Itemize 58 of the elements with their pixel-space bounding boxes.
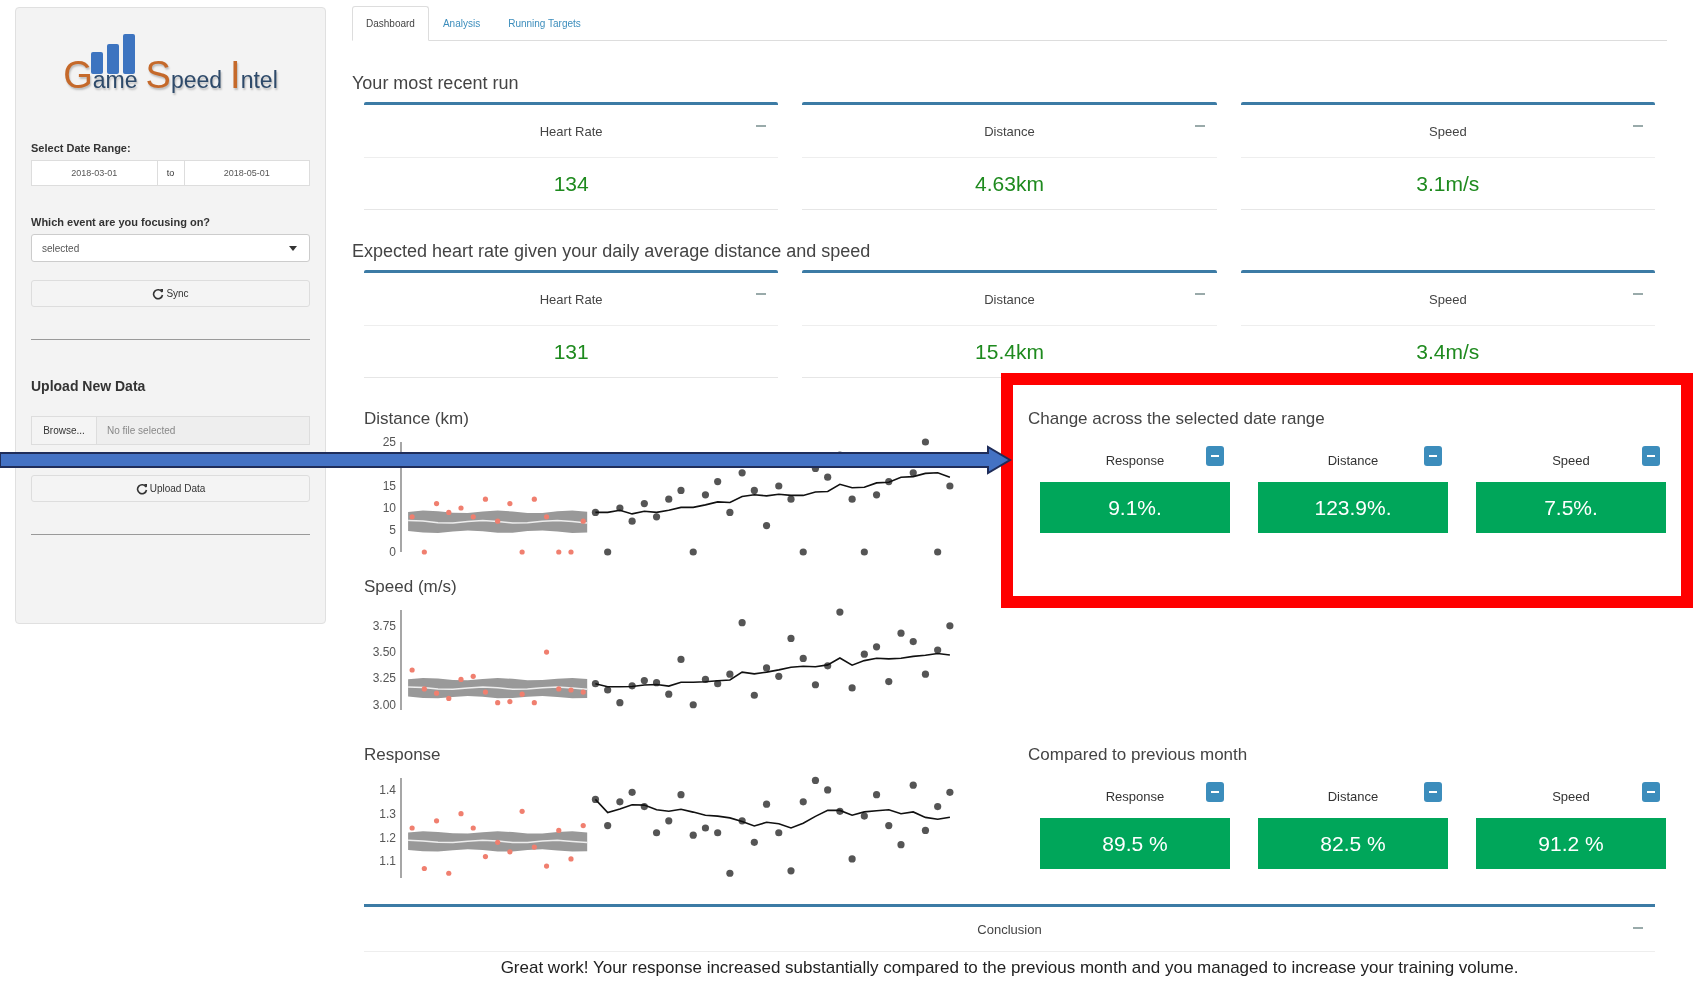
section-heading: Upload New Data (31, 378, 147, 394)
section-title: Expected heart rate given your daily average distance and speed (352, 240, 872, 262)
axis-label: 5 (389, 523, 396, 537)
card-title: Distance (984, 291, 1035, 307)
event-select[interactable]: selected (31, 234, 310, 262)
value-tile: 89.5 % (1040, 818, 1230, 869)
range-separator: to (156, 161, 185, 185)
value-tile: 82.5 % (1258, 818, 1448, 869)
logo-text: Game Speed I ntel (62, 54, 279, 96)
section-title: Compared to previous month (1028, 744, 1249, 766)
card-title: Distance (1327, 452, 1379, 468)
chart-title: Distance (km) (364, 408, 470, 430)
tab[interactable]: Running Targets (494, 6, 595, 41)
card-title: Speed (1552, 788, 1590, 804)
axis-label: 3.75 (372, 618, 396, 633)
chart-title: Speed (m/s) (364, 576, 458, 598)
card-title: Distance (1327, 788, 1379, 804)
card-title: Heart Rate (539, 291, 603, 307)
sync-button[interactable]: Sync (31, 280, 310, 307)
stat-value: 131 (364, 326, 779, 378)
axis-label: 1.3 (379, 806, 396, 821)
axis-label: 3.25 (372, 671, 396, 686)
stat-value: 4.63km (802, 158, 1217, 210)
value-tile: 7.5%. (1476, 482, 1666, 533)
tab[interactable]: Analysis (428, 6, 495, 41)
card-title: Speed (1429, 291, 1467, 307)
value-tile: 9.1%. (1040, 482, 1230, 533)
axis-label: 15 (382, 479, 396, 493)
axis-label: 25 (382, 436, 396, 449)
stat-value: 3.4m/s (1240, 326, 1655, 378)
upload-button[interactable]: Upload Data (31, 475, 310, 502)
axis-label: 1.2 (379, 830, 396, 845)
section-title: Change across the selected date range (1028, 408, 1326, 430)
value-tile: 123.9%. (1258, 482, 1448, 533)
chart-title: Response (364, 744, 442, 766)
axis-label: 3.00 (372, 697, 396, 712)
field-label: Which event are you focusing on? (31, 216, 212, 228)
date-range-field[interactable]: 2018-03-01 to 2018-05-01 (31, 160, 310, 186)
card-title: Speed (1429, 123, 1467, 139)
stat-value: 15.4km (802, 326, 1217, 378)
card-title: Conclusion (977, 921, 1042, 937)
conclusion-text: Great work! Your response increased substantially compared to the previous month and you managed to increase your training volume. (499, 957, 1520, 978)
axis-label: 1.4 (379, 782, 396, 797)
axis-label: 10 (382, 501, 396, 515)
stat-value: 3.1m/s (1240, 158, 1655, 210)
axis-label: 0 (389, 545, 396, 558)
axis-label: 1.1 (379, 854, 396, 869)
field-label: Select Date Range: (31, 142, 132, 154)
card-title: Response (1105, 452, 1165, 468)
value-tile: 91.2 % (1476, 818, 1666, 869)
tab[interactable]: Dashboard (352, 6, 429, 41)
axis-label: 3.50 (372, 645, 396, 660)
stat-value: 134 (364, 158, 779, 210)
card-title: Speed (1552, 452, 1590, 468)
card-title: Heart Rate (539, 123, 603, 139)
card-title: Response (1105, 788, 1165, 804)
card-title: Distance (984, 123, 1035, 139)
section-title: Your most recent run (352, 72, 520, 94)
